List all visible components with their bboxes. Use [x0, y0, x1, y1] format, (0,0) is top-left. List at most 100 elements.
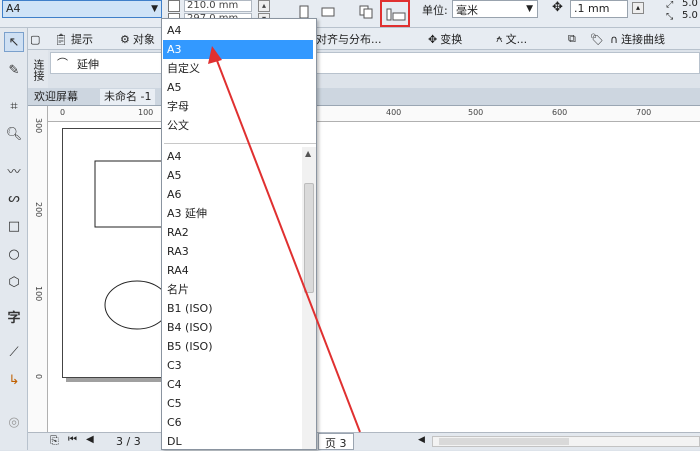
prev-page-icon[interactable]: ◀ — [86, 434, 94, 445]
connector-icon: ∩ — [610, 32, 619, 46]
tab-object[interactable]: ⚙ 对象 — [120, 31, 155, 47]
artistic-media-icon[interactable]: ᔕ — [4, 188, 24, 208]
dropdown-option[interactable]: C3 — [166, 356, 312, 375]
dropdown-option[interactable]: C4 — [166, 375, 312, 394]
polygon-tool-icon[interactable]: ⬡ — [4, 272, 24, 292]
dropdown-option[interactable]: A4 — [166, 21, 312, 40]
tag-icon[interactable]: 🏷︎ — [590, 31, 604, 47]
tab-object-label: 对象 — [132, 33, 155, 46]
extend-icon: ⌒ — [57, 57, 68, 70]
docker-pin-icon[interactable]: ▢ — [30, 31, 40, 47]
crop-tool-icon[interactable]: ⌗ — [4, 96, 24, 116]
scrollbar-thumb[interactable] — [439, 438, 569, 445]
docker-side-label[interactable]: 连接 — [28, 50, 48, 90]
dropdown-option[interactable]: 自定义 — [166, 59, 312, 78]
dropdown-option[interactable]: B4 (ISO) — [166, 318, 312, 337]
text-tool-icon[interactable]: 字 — [4, 306, 24, 326]
dropdown-option[interactable]: DL — [166, 432, 312, 451]
pick-tool-icon[interactable]: ↖ — [4, 32, 24, 52]
dup-x-icon: ⤢ — [666, 0, 674, 10]
dup-y-value[interactable]: 5.0 — [682, 10, 698, 21]
tab-text[interactable]: ⍲ 文... — [496, 31, 527, 47]
landscape-icon — [321, 7, 335, 17]
hint-icon: 📋︎ — [54, 32, 68, 46]
tab-text-label: 文... — [505, 33, 528, 46]
ellipse-tool-icon[interactable]: ○ — [4, 244, 24, 264]
tab-align[interactable]: 对齐与分布... — [316, 31, 382, 47]
ellipse-shape[interactable] — [104, 280, 170, 330]
ruler-label: 0 — [60, 108, 66, 117]
width-field[interactable]: 210.0 mm ▴ — [166, 0, 274, 12]
dropdown-option[interactable]: B1 (ISO) — [166, 299, 312, 318]
dropdown-option[interactable]: A3 — [163, 40, 313, 59]
document-page[interactable] — [62, 128, 170, 378]
dropdown-scroll-thumb[interactable] — [304, 183, 314, 293]
rectangle-tool-icon[interactable]: □ — [4, 216, 24, 236]
unit-select[interactable]: 毫米 ▼ — [452, 0, 538, 18]
dropdown-option[interactable]: B5 (ISO) — [166, 337, 312, 356]
current-page-icon — [386, 8, 406, 21]
dropdown-option[interactable]: C5 — [166, 394, 312, 413]
ruler-label: 0 — [34, 374, 43, 380]
shape-tool-icon[interactable]: ✎ — [4, 60, 24, 80]
dropdown-option[interactable]: 名片 — [166, 280, 312, 299]
dropdown-option[interactable]: A5 — [166, 166, 312, 185]
ruler-label: 300 — [34, 118, 43, 134]
zoom-tool-icon[interactable]: 🔍︎ — [4, 124, 24, 144]
dropdown-option[interactable]: 公文 — [166, 116, 312, 135]
dup-x-value[interactable]: 5.0 — [682, 0, 698, 9]
nudge-input[interactable]: .1 mm — [570, 0, 628, 18]
toolbox: ↖ ✎ ⌗ 🔍︎ 〰 ᔕ □ ○ ⬡ 字 ⟋ ↳ ◎ — [0, 28, 28, 450]
dropdown-option[interactable]: A5 — [166, 78, 312, 97]
page-width-icon — [168, 0, 180, 12]
first-page-icon[interactable]: ⏮ — [68, 434, 77, 445]
horizontal-scrollbar[interactable] — [432, 436, 700, 447]
scroll-left-icon[interactable]: ◀ — [418, 435, 425, 445]
tab-transform-label: 变换 — [440, 33, 463, 46]
dropdown-option[interactable]: RA2 — [166, 223, 312, 242]
ruler-label: 400 — [386, 108, 402, 117]
width-value[interactable]: 210.0 mm — [184, 0, 252, 12]
chevron-down-icon: ▼ — [526, 4, 533, 14]
rectangle-shape[interactable] — [94, 160, 166, 228]
nudge-spinner[interactable]: ▴ — [632, 2, 644, 14]
ruler-label: 100 — [34, 286, 43, 302]
landscape-button[interactable] — [318, 2, 338, 22]
document-tabs: 欢迎屏幕 未命名 -1 — [28, 88, 700, 106]
tab-hint[interactable]: 📋︎ 提示 — [54, 31, 93, 47]
dropdown-option[interactable]: A6 — [166, 185, 312, 204]
dropdown-option[interactable]: RA3 — [166, 242, 312, 261]
tab-transform[interactable]: ✥ 变换 — [428, 31, 462, 47]
current-page-button-highlight[interactable] — [380, 0, 410, 27]
paper-size-value: A4 — [6, 2, 21, 15]
page-tab[interactable]: 页 3 — [318, 433, 354, 450]
fill-tool-icon[interactable]: ◎ — [4, 412, 24, 432]
paper-size-select[interactable]: A4 ▼ — [2, 0, 162, 18]
dimension-tool-icon[interactable]: ⟋ — [4, 342, 24, 362]
scroll-up-icon[interactable]: ▲ — [305, 149, 311, 158]
width-spinner[interactable]: ▴ — [258, 0, 270, 12]
dropdown-option[interactable]: C6 — [166, 413, 312, 432]
nudge-icon: ✥ — [552, 0, 563, 15]
tab-welcome[interactable]: 欢迎屏幕 — [30, 89, 82, 105]
all-pages-button[interactable] — [356, 2, 376, 22]
horizontal-ruler: 0 100 400 500 600 700 — [48, 106, 700, 122]
tab-connector[interactable]: ∩ 连接曲线 — [610, 31, 665, 47]
dropdown-option[interactable]: RA4 — [166, 261, 312, 280]
unit-value: 毫米 — [456, 4, 478, 17]
dropdown-option[interactable]: 字母 — [166, 97, 312, 116]
freehand-tool-icon[interactable]: 〰 — [4, 160, 24, 180]
dropdown-scrollbar[interactable]: ▲ — [302, 147, 316, 449]
dropdown-option[interactable]: A4 — [166, 147, 312, 166]
text-properties-icon: ⍲ — [496, 32, 503, 45]
page-shapes — [94, 160, 170, 330]
copy-icon[interactable]: ⧉ — [568, 31, 576, 47]
hint-field: ⌒ 延伸 — [50, 52, 700, 74]
connector-tool-icon[interactable]: ↳ — [4, 370, 24, 390]
ruler-label: 200 — [34, 202, 43, 218]
page-counter: 3 / 3 — [116, 435, 141, 448]
add-page-icon[interactable]: ⎘ — [50, 434, 59, 448]
dropdown-option[interactable]: A3 延伸 — [166, 204, 312, 223]
ruler-label: 100 — [138, 108, 154, 117]
tab-untitled[interactable]: 未命名 -1 — [100, 89, 156, 105]
